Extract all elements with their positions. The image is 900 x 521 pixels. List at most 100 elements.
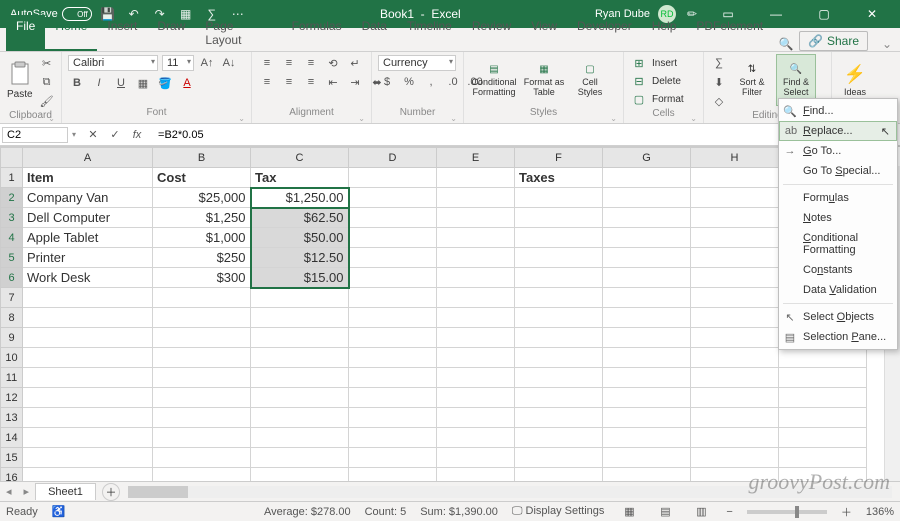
- cell[interactable]: [251, 348, 349, 368]
- menu-item-data-validation[interactable]: Data Validation: [779, 280, 897, 300]
- cell[interactable]: [437, 348, 515, 368]
- cell[interactable]: [603, 388, 691, 408]
- cell[interactable]: [23, 408, 153, 428]
- align-center-icon[interactable]: ≡: [280, 73, 298, 91]
- cell[interactable]: [691, 288, 779, 308]
- menu-item-cond-fmt[interactable]: Conditional Formatting: [779, 228, 897, 260]
- cell[interactable]: [349, 268, 437, 288]
- cell[interactable]: [691, 168, 779, 188]
- cell[interactable]: [349, 448, 437, 468]
- enter-formula-icon[interactable]: ✓: [106, 126, 124, 144]
- cell-styles-button[interactable]: ▢ Cell Styles: [570, 54, 610, 106]
- cell[interactable]: [251, 328, 349, 348]
- cell[interactable]: [515, 288, 603, 308]
- autosum-icon[interactable]: ∑: [710, 54, 728, 72]
- cell[interactable]: [349, 228, 437, 248]
- cell[interactable]: [515, 408, 603, 428]
- cell[interactable]: [153, 428, 251, 448]
- cell[interactable]: [349, 468, 437, 482]
- cell[interactable]: [779, 428, 867, 448]
- cell[interactable]: [23, 288, 153, 308]
- page-break-view-icon[interactable]: ▥: [690, 504, 712, 520]
- cell[interactable]: [437, 208, 515, 228]
- increase-font-icon[interactable]: A↑: [198, 54, 216, 72]
- sort-filter-button[interactable]: ⇅ Sort & Filter: [732, 54, 772, 106]
- align-left-icon[interactable]: ≡: [258, 73, 276, 91]
- cell[interactable]: [691, 448, 779, 468]
- cell[interactable]: [515, 468, 603, 482]
- clear-icon[interactable]: ◇: [710, 92, 728, 110]
- normal-view-icon[interactable]: ▦: [618, 504, 640, 520]
- cell[interactable]: [153, 468, 251, 482]
- row-header[interactable]: 16: [1, 468, 23, 482]
- menu-item-find[interactable]: 🔍Find...: [779, 101, 897, 121]
- cell[interactable]: [691, 388, 779, 408]
- tab-data[interactable]: Data: [352, 15, 397, 51]
- sheet-tab[interactable]: Sheet1: [35, 483, 96, 500]
- horizontal-scrollbar[interactable]: [128, 486, 892, 498]
- italic-icon[interactable]: I: [90, 74, 108, 92]
- tab-timeline[interactable]: Timeline: [397, 15, 462, 51]
- font-name-combo[interactable]: Calibri: [68, 55, 158, 71]
- align-middle-icon[interactable]: ≡: [280, 54, 298, 72]
- cell[interactable]: [603, 448, 691, 468]
- cell[interactable]: [349, 348, 437, 368]
- undo-icon[interactable]: ↶: [126, 6, 142, 22]
- wrap-text-icon[interactable]: ↵: [346, 54, 364, 72]
- maximize-button[interactable]: ▢: [804, 0, 844, 28]
- zoom-out-button[interactable]: −: [726, 506, 732, 518]
- cell[interactable]: Taxes: [515, 168, 603, 188]
- cell[interactable]: [779, 408, 867, 428]
- cell[interactable]: [691, 468, 779, 482]
- decrease-indent-icon[interactable]: ⇤: [324, 73, 342, 91]
- column-header[interactable]: E: [437, 148, 515, 168]
- cell[interactable]: [603, 248, 691, 268]
- cell[interactable]: [349, 188, 437, 208]
- cell[interactable]: [691, 248, 779, 268]
- menu-item-goto[interactable]: →Go To...: [779, 141, 897, 161]
- cell[interactable]: [515, 428, 603, 448]
- cell[interactable]: [437, 308, 515, 328]
- cell[interactable]: $12.50: [251, 248, 349, 268]
- fill-icon[interactable]: ⬇: [710, 73, 728, 91]
- tab-developer[interactable]: Developer: [567, 15, 642, 51]
- close-button[interactable]: ✕: [852, 0, 892, 28]
- cell[interactable]: [251, 408, 349, 428]
- row-header[interactable]: 10: [1, 348, 23, 368]
- cancel-formula-icon[interactable]: ✕: [84, 126, 102, 144]
- cell[interactable]: [603, 368, 691, 388]
- cell[interactable]: [437, 408, 515, 428]
- paste-button[interactable]: Paste: [6, 54, 34, 106]
- bold-icon[interactable]: B: [68, 74, 86, 92]
- cell[interactable]: [23, 308, 153, 328]
- cell[interactable]: Apple Tablet: [23, 228, 153, 248]
- tab-formulas[interactable]: Formulas: [282, 15, 352, 51]
- cell[interactable]: [153, 308, 251, 328]
- cell[interactable]: [691, 408, 779, 428]
- qat-icon[interactable]: ⋯: [230, 6, 246, 22]
- cell[interactable]: [515, 188, 603, 208]
- cell[interactable]: [515, 268, 603, 288]
- cell[interactable]: [251, 288, 349, 308]
- cell[interactable]: [603, 188, 691, 208]
- cell[interactable]: [691, 328, 779, 348]
- cell[interactable]: [691, 208, 779, 228]
- cell[interactable]: [437, 328, 515, 348]
- cell[interactable]: [515, 248, 603, 268]
- cell[interactable]: [251, 368, 349, 388]
- worksheet-grid[interactable]: ABCDEFGHI1ItemCostTaxTaxes2Company Van$2…: [0, 146, 900, 481]
- percent-icon[interactable]: %: [400, 73, 418, 91]
- cell[interactable]: $1,250: [153, 208, 251, 228]
- row-header[interactable]: 3: [1, 208, 23, 228]
- cell[interactable]: [603, 408, 691, 428]
- cell[interactable]: [437, 368, 515, 388]
- cell[interactable]: [349, 368, 437, 388]
- qat-icon[interactable]: ▦: [178, 6, 194, 22]
- search-icon[interactable]: 🔍: [773, 37, 799, 51]
- font-color-icon[interactable]: A: [178, 74, 196, 92]
- cell[interactable]: [23, 328, 153, 348]
- decrease-font-icon[interactable]: A↓: [220, 54, 238, 72]
- cell[interactable]: [515, 368, 603, 388]
- cell[interactable]: [515, 208, 603, 228]
- zoom-in-button[interactable]: ＋: [841, 504, 852, 520]
